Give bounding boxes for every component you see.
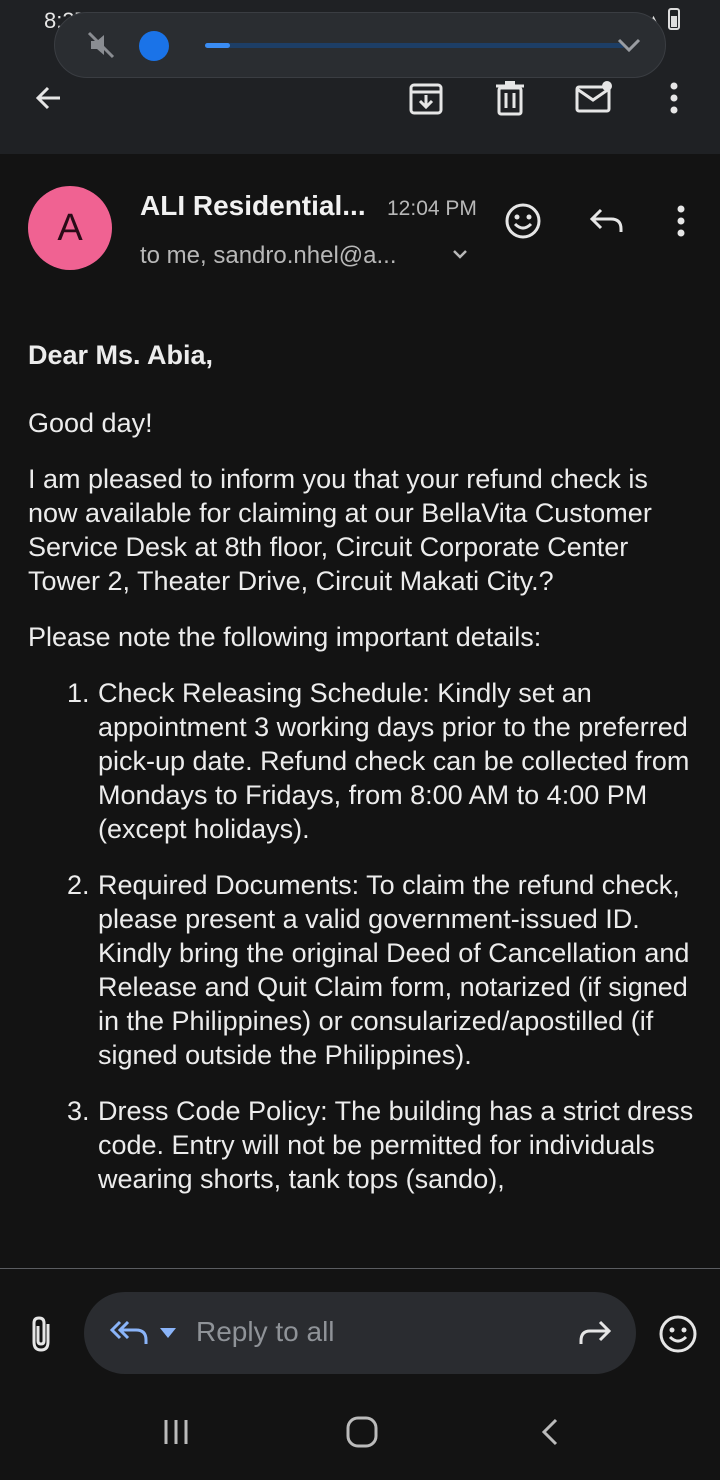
- recent-apps-button[interactable]: [156, 1412, 196, 1452]
- details-list: 1. Check Releasing Schedule: Kindly set …: [28, 676, 698, 1196]
- battery-icon: [668, 8, 680, 30]
- list-item-text: Check Releasing Schedule: Kindly set an …: [98, 678, 690, 844]
- volume-panel: [54, 12, 666, 78]
- mark-unread-button[interactable]: [574, 78, 614, 118]
- reply-input[interactable]: Reply to all: [196, 1316, 335, 1348]
- chevron-down-icon[interactable]: [450, 246, 470, 264]
- paragraph: Please note the following important deta…: [28, 622, 542, 652]
- top-app-bar: 8:37 ▣ ☁ ◉ • ✕ ▴: [0, 0, 720, 154]
- more-options-button[interactable]: [654, 78, 694, 118]
- home-button[interactable]: [342, 1412, 382, 1452]
- paperclip-icon[interactable]: [24, 1314, 60, 1354]
- avatar[interactable]: A: [28, 186, 112, 270]
- back-button[interactable]: [28, 78, 68, 118]
- more-vert-icon: [677, 205, 685, 237]
- emoji-icon: [505, 203, 541, 239]
- message-time: 12:04 PM: [387, 197, 477, 220]
- delete-button[interactable]: [490, 78, 530, 118]
- divider: [0, 1268, 720, 1269]
- message-more-button[interactable]: [660, 200, 702, 242]
- arrow-left-icon: [35, 86, 60, 110]
- list-number: 3.: [67, 1096, 90, 1126]
- caret-down-icon[interactable]: [160, 1328, 176, 1338]
- reply-all-icon[interactable]: [108, 1316, 150, 1350]
- list-number: 1.: [67, 678, 90, 708]
- emoji-icon[interactable]: [658, 1314, 698, 1354]
- volume-slider[interactable]: [205, 43, 625, 48]
- reply-button[interactable]: [586, 200, 628, 242]
- list-item: 2. Required Documents: To claim the refu…: [28, 868, 698, 1072]
- back-nav-button[interactable]: [530, 1412, 570, 1452]
- paragraph: Good day!: [28, 408, 153, 438]
- greeting: Dear Ms. Abia,: [28, 340, 214, 370]
- home-icon: [346, 1416, 378, 1448]
- more-vert-icon: [670, 82, 678, 114]
- chevron-down-icon[interactable]: [615, 33, 643, 57]
- message-body: Dear Ms. Abia, Good day! I am pleased to…: [28, 338, 698, 1218]
- paragraph: I am pleased to inform you that your ref…: [28, 464, 652, 596]
- recipients[interactable]: to me, sandro.nhel@a...: [140, 242, 397, 270]
- list-item: 3. Dress Code Policy: The building has a…: [28, 1094, 698, 1196]
- list-item-text: Required Documents: To claim the refund …: [98, 870, 690, 1070]
- mail-unread-icon: [575, 81, 612, 113]
- sender-name: ALI Residential...: [140, 190, 366, 221]
- volume-mute-icon[interactable]: [85, 29, 117, 61]
- trash-icon: [496, 81, 524, 116]
- forward-icon[interactable]: [578, 1318, 612, 1348]
- list-number: 2.: [67, 870, 90, 900]
- recents-icon: [164, 1420, 188, 1444]
- reply-box[interactable]: Reply to all: [84, 1292, 636, 1374]
- list-item-text: Dress Code Policy: The building has a st…: [98, 1096, 694, 1194]
- archive-icon: [409, 83, 443, 115]
- list-item: 1. Check Releasing Schedule: Kindly set …: [28, 676, 698, 846]
- reply-icon: [589, 208, 623, 232]
- archive-button[interactable]: [406, 78, 446, 118]
- chevron-left-icon: [541, 1418, 558, 1446]
- volume-knob[interactable]: [139, 31, 169, 61]
- react-button[interactable]: [502, 200, 544, 242]
- volume-fill: [205, 43, 231, 48]
